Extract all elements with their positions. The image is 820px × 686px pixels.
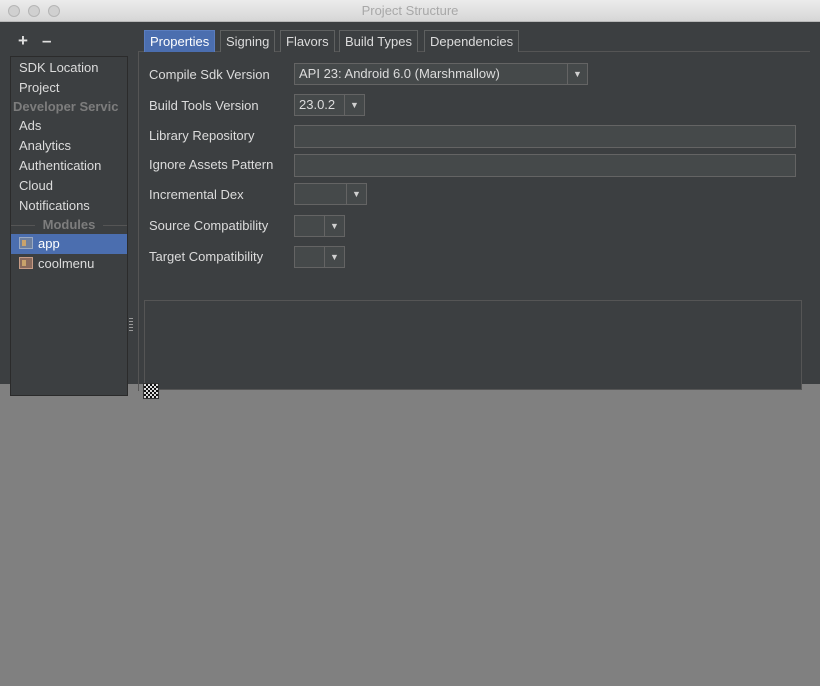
sidebar-item-ads[interactable]: Ads (11, 116, 127, 136)
library-repository-label: Library Repository (149, 128, 255, 143)
chevron-down-icon[interactable]: ▼ (324, 216, 344, 236)
sidebar-item-authentication[interactable]: Authentication (11, 156, 127, 176)
sidebar-item-module-coolmenu[interactable]: coolmenu (11, 254, 127, 274)
add-module-button[interactable]: + (18, 32, 28, 49)
chevron-down-icon[interactable]: ▼ (567, 64, 587, 84)
compile-sdk-label: Compile Sdk Version (149, 67, 270, 82)
zoom-window-button[interactable] (48, 5, 60, 17)
tab-build-types[interactable]: Build Types (339, 30, 418, 52)
tab-signing[interactable]: Signing (220, 30, 276, 52)
sidebar-item-sdk-location[interactable]: SDK Location (11, 58, 127, 78)
tab-dependencies[interactable]: Dependencies (424, 30, 520, 52)
build-tools-label: Build Tools Version (149, 98, 259, 113)
resize-grip-icon[interactable] (143, 383, 159, 399)
target-compat-select[interactable]: ▼ (294, 246, 345, 268)
sidebar-item-project[interactable]: Project (11, 78, 127, 98)
sidebar-item-module-app[interactable]: app (11, 234, 127, 254)
sidebar: SDK Location Project Developer Servic Ad… (10, 56, 128, 396)
sidebar-item-analytics[interactable]: Analytics (11, 136, 127, 156)
modules-header: Modules (11, 216, 127, 234)
splitter-handle[interactable] (129, 318, 133, 332)
project-structure-window: Project Structure + – SDK Location Proje… (0, 0, 820, 686)
incremental-dex-select[interactable]: ▼ (294, 183, 367, 205)
incremental-dex-label: Incremental Dex (149, 187, 244, 202)
chevron-down-icon[interactable]: ▼ (346, 184, 366, 204)
minimize-window-button[interactable] (28, 5, 40, 17)
module-label: coolmenu (38, 256, 95, 271)
compile-sdk-value: API 23: Android 6.0 (Marshmallow) (299, 66, 500, 81)
sidebar-item-cloud[interactable]: Cloud (11, 176, 127, 196)
sidebar-item-notifications[interactable]: Notifications (11, 196, 127, 216)
module-folder-icon (19, 237, 33, 249)
compile-sdk-select[interactable]: API 23: Android 6.0 (Marshmallow) ▼ (294, 63, 588, 85)
developer-services-header: Developer Servic (13, 99, 119, 114)
remove-module-button[interactable]: – (42, 32, 51, 49)
tab-flavors[interactable]: Flavors (280, 30, 335, 52)
ignore-assets-input[interactable] (294, 154, 796, 177)
build-tools-select[interactable]: 23.0.2 ▼ (294, 94, 365, 116)
ignore-assets-label: Ignore Assets Pattern (149, 157, 274, 172)
source-compat-select[interactable]: ▼ (294, 215, 345, 237)
module-label: app (38, 236, 60, 251)
chevron-down-icon[interactable]: ▼ (324, 247, 344, 267)
build-tools-value: 23.0.2 (299, 97, 336, 112)
title-bar[interactable]: Project Structure (0, 0, 820, 22)
library-repository-input[interactable] (294, 125, 796, 148)
chevron-down-icon[interactable]: ▼ (344, 95, 364, 115)
source-compat-label: Source Compatibility (149, 218, 269, 233)
window-title: Project Structure (361, 3, 459, 18)
target-compat-label: Target Compatibility (149, 249, 264, 264)
tab-properties[interactable]: Properties (144, 30, 216, 52)
details-panel (144, 300, 802, 390)
module-folder-icon (19, 257, 33, 269)
dialog-content: + – SDK Location Project Developer Servi… (0, 22, 820, 396)
close-window-button[interactable] (8, 5, 20, 17)
